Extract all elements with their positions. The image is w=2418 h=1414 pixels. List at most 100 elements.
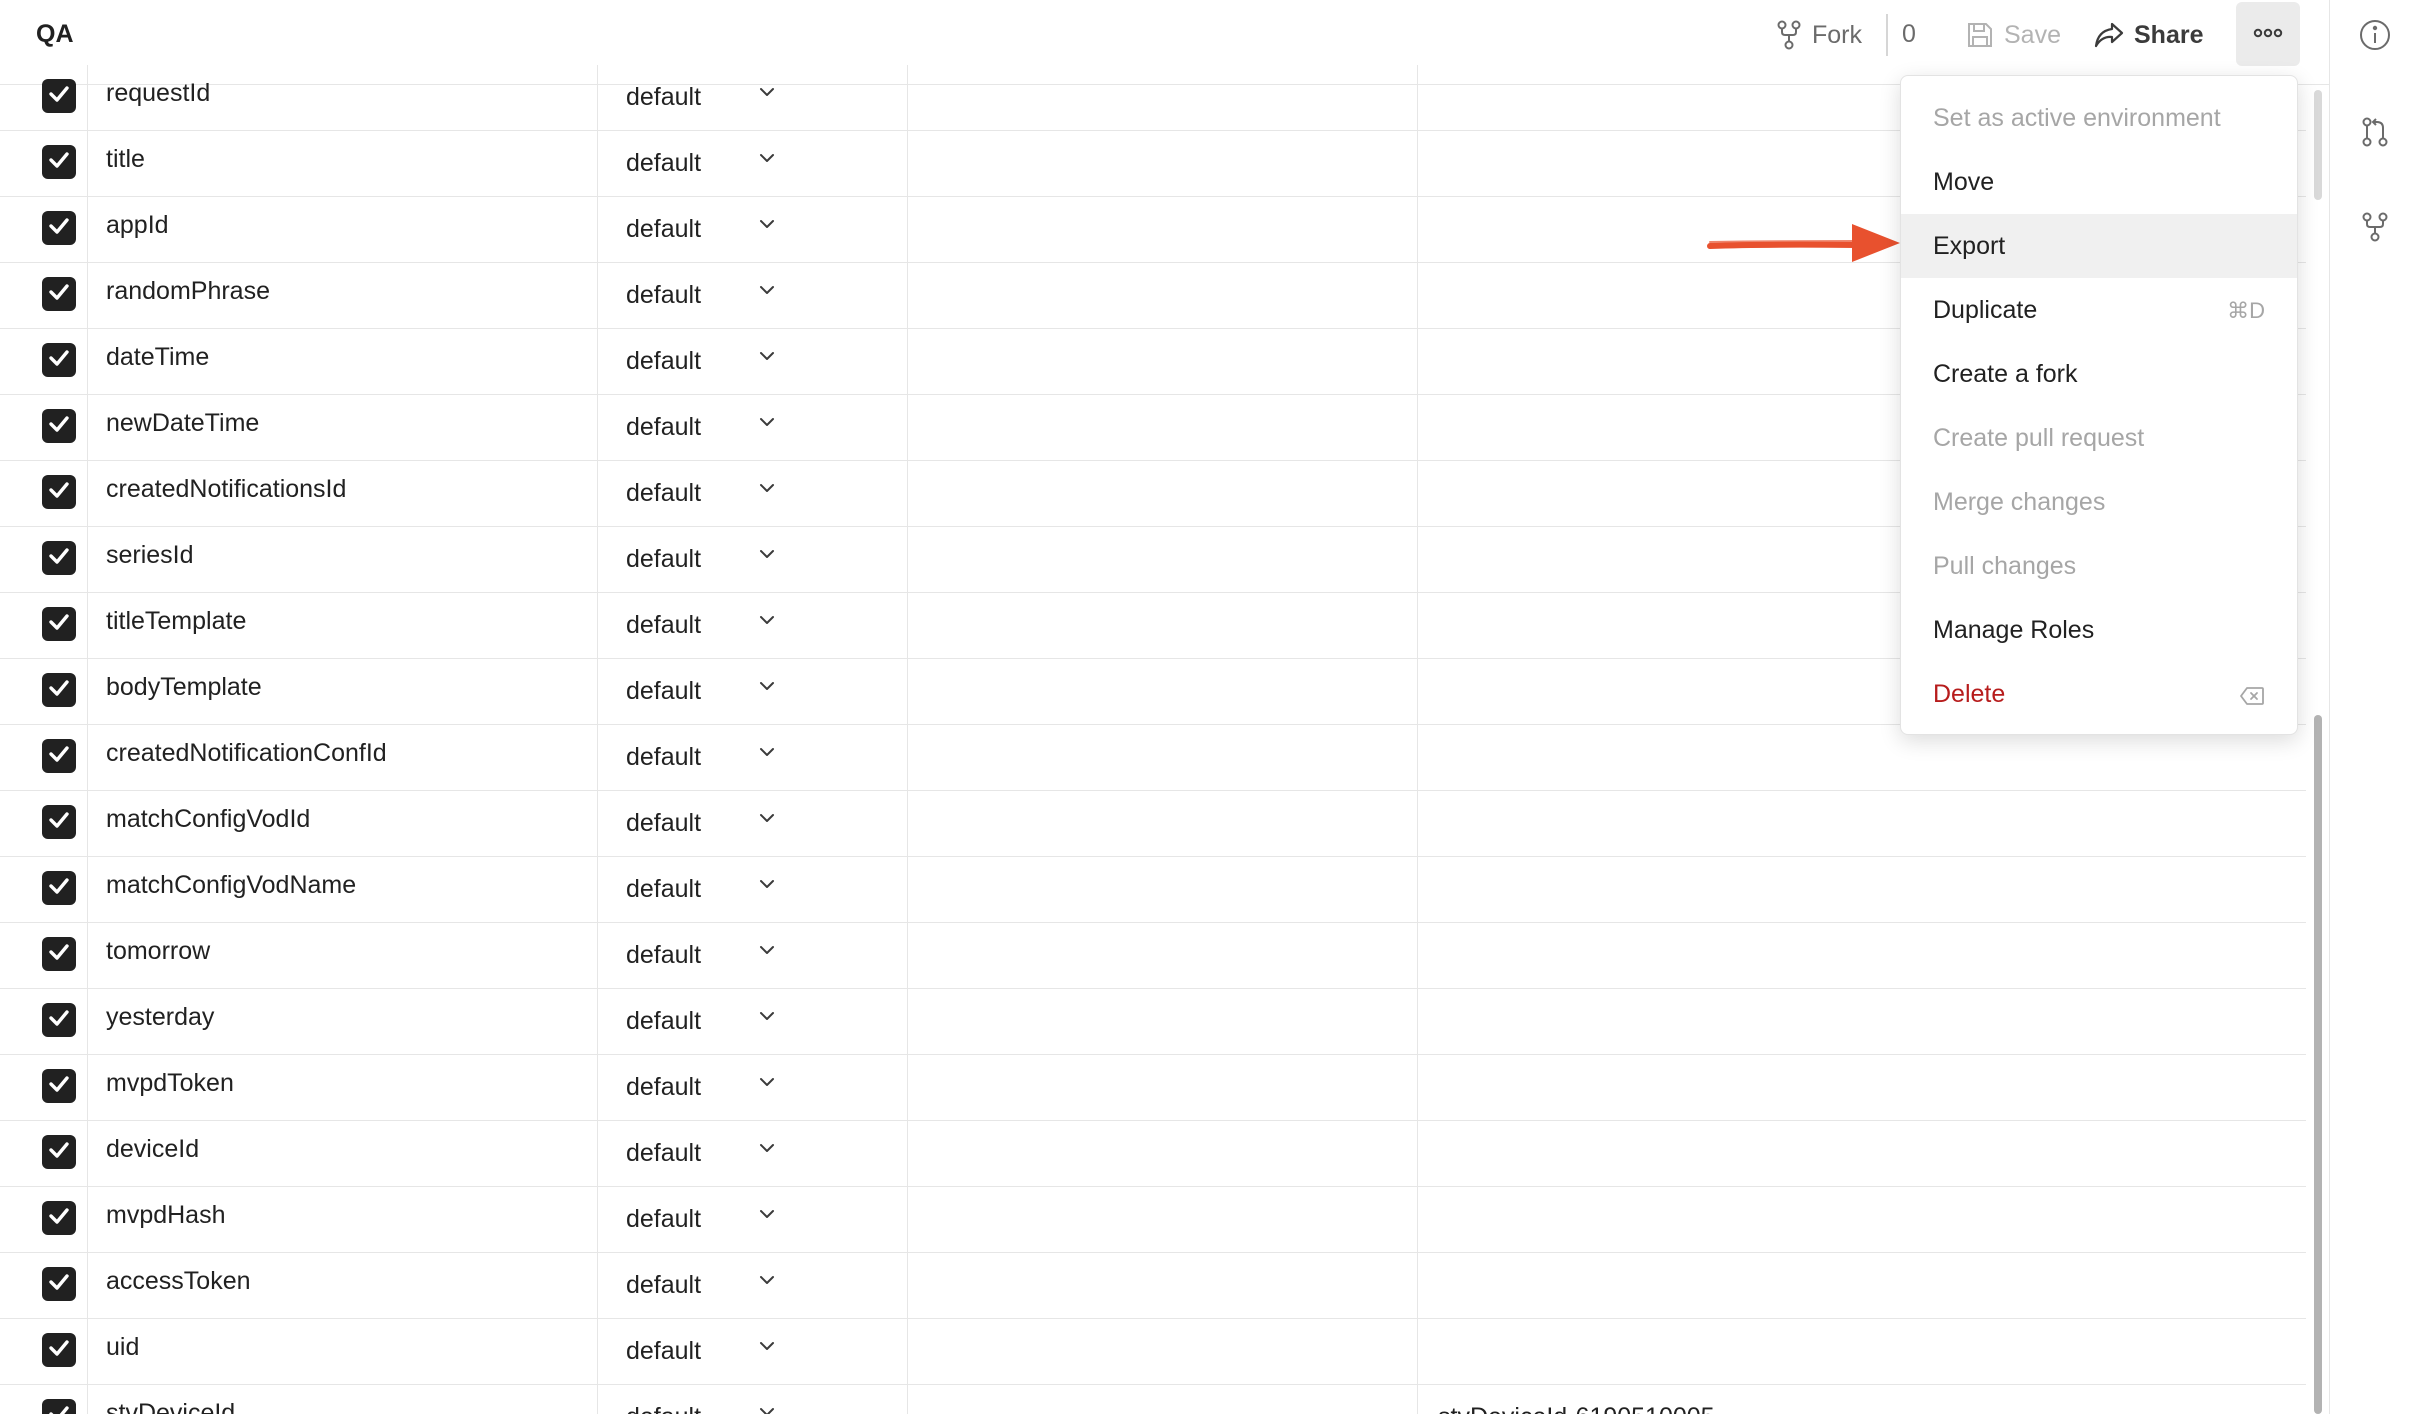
save-button[interactable]: Save <box>1966 17 2061 53</box>
current-value-cell[interactable] <box>1418 857 2306 923</box>
key-cell[interactable]: randomPhrase <box>88 263 598 329</box>
chevron-down-icon[interactable] <box>758 1273 776 1291</box>
row-checkbox[interactable] <box>42 145 76 179</box>
row-checkbox[interactable] <box>42 673 76 707</box>
row-checkbox[interactable] <box>42 1399 76 1414</box>
type-cell[interactable]: default <box>598 1121 908 1187</box>
key-cell[interactable]: mvpdToken <box>88 1055 598 1121</box>
key-cell[interactable]: deviceId <box>88 1121 598 1187</box>
pull-request-icon[interactable] <box>2358 115 2392 149</box>
row-checkbox[interactable] <box>42 871 76 905</box>
fork-button[interactable]: Fork <box>1776 17 1862 53</box>
current-value-cell[interactable] <box>1418 1187 2306 1253</box>
current-value-cell[interactable] <box>1418 1319 2306 1385</box>
type-cell[interactable]: default <box>598 1319 908 1385</box>
key-cell[interactable]: newDateTime <box>88 395 598 461</box>
chevron-down-icon[interactable] <box>758 283 776 301</box>
initial-value-cell[interactable] <box>908 1121 1418 1187</box>
chevron-down-icon[interactable] <box>758 1141 776 1159</box>
menu-item-move[interactable]: Move <box>1901 150 2297 214</box>
initial-value-cell[interactable] <box>908 725 1418 791</box>
type-cell[interactable]: default <box>598 791 908 857</box>
row-checkbox[interactable] <box>42 1201 76 1235</box>
chevron-down-icon[interactable] <box>758 943 776 961</box>
chevron-down-icon[interactable] <box>758 811 776 829</box>
initial-value-cell[interactable] <box>908 857 1418 923</box>
key-cell[interactable]: createdNotificationsId <box>88 461 598 527</box>
current-value-cell[interactable] <box>1418 791 2306 857</box>
key-cell[interactable]: uid <box>88 1319 598 1385</box>
row-checkbox[interactable] <box>42 1333 76 1367</box>
initial-value-cell[interactable] <box>908 527 1418 593</box>
key-cell[interactable]: titleTemplate <box>88 593 598 659</box>
initial-value-cell[interactable] <box>908 1187 1418 1253</box>
row-checkbox[interactable] <box>42 541 76 575</box>
initial-value-cell[interactable] <box>908 923 1418 989</box>
initial-value-cell[interactable] <box>908 1319 1418 1385</box>
row-checkbox[interactable] <box>42 343 76 377</box>
type-cell[interactable]: default <box>598 329 908 395</box>
key-cell[interactable]: accessToken <box>88 1253 598 1319</box>
type-cell[interactable]: default <box>598 65 908 131</box>
initial-value-cell[interactable] <box>908 1055 1418 1121</box>
type-cell[interactable]: default <box>598 1385 908 1414</box>
row-checkbox[interactable] <box>42 1267 76 1301</box>
chevron-down-icon[interactable] <box>758 1075 776 1093</box>
initial-value-cell[interactable] <box>908 263 1418 329</box>
initial-value-cell[interactable] <box>908 791 1418 857</box>
menu-item-export[interactable]: Export <box>1901 214 2297 278</box>
chevron-down-icon[interactable] <box>758 1339 776 1357</box>
row-checkbox[interactable] <box>42 805 76 839</box>
current-value-cell[interactable] <box>1418 1253 2306 1319</box>
row-checkbox[interactable] <box>42 277 76 311</box>
scrollbar-thumb[interactable] <box>2314 715 2322 1414</box>
type-cell[interactable]: default <box>598 527 908 593</box>
type-cell[interactable]: default <box>598 857 908 923</box>
type-cell[interactable]: default <box>598 1055 908 1121</box>
chevron-down-icon[interactable] <box>758 217 776 235</box>
chevron-down-icon[interactable] <box>758 613 776 631</box>
row-checkbox[interactable] <box>42 211 76 245</box>
current-value-cell[interactable] <box>1418 989 2306 1055</box>
initial-value-cell[interactable] <box>908 65 1418 131</box>
initial-value-cell[interactable] <box>908 131 1418 197</box>
key-cell[interactable]: seriesId <box>88 527 598 593</box>
initial-value-cell[interactable] <box>908 1385 1418 1414</box>
current-value-cell[interactable] <box>1418 923 2306 989</box>
type-cell[interactable]: default <box>598 593 908 659</box>
key-cell[interactable]: stvDeviceId <box>88 1385 598 1414</box>
row-checkbox[interactable] <box>42 607 76 641</box>
initial-value-cell[interactable] <box>908 395 1418 461</box>
type-cell[interactable]: default <box>598 659 908 725</box>
key-cell[interactable]: dateTime <box>88 329 598 395</box>
chevron-down-icon[interactable] <box>758 151 776 169</box>
chevron-down-icon[interactable] <box>758 415 776 433</box>
row-checkbox[interactable] <box>42 475 76 509</box>
type-cell[interactable]: default <box>598 989 908 1055</box>
current-value-cell[interactable] <box>1418 1121 2306 1187</box>
chevron-down-icon[interactable] <box>758 481 776 499</box>
key-cell[interactable]: appId <box>88 197 598 263</box>
current-value-cell[interactable]: stvDeviceId-6190510005 <box>1418 1385 2306 1414</box>
key-cell[interactable]: matchConfigVodId <box>88 791 598 857</box>
key-cell[interactable]: createdNotificationConfId <box>88 725 598 791</box>
menu-item-create-a-fork[interactable]: Create a fork <box>1901 342 2297 406</box>
menu-item-delete[interactable]: Delete <box>1901 662 2297 726</box>
row-checkbox[interactable] <box>42 1069 76 1103</box>
initial-value-cell[interactable] <box>908 989 1418 1055</box>
chevron-down-icon[interactable] <box>758 1207 776 1225</box>
type-cell[interactable]: default <box>598 1187 908 1253</box>
type-cell[interactable]: default <box>598 1253 908 1319</box>
menu-item-manage-roles[interactable]: Manage Roles <box>1901 598 2297 662</box>
row-checkbox[interactable] <box>42 1135 76 1169</box>
initial-value-cell[interactable] <box>908 1253 1418 1319</box>
key-cell[interactable]: title <box>88 131 598 197</box>
menu-item-duplicate[interactable]: Duplicate ⌘D <box>1901 278 2297 342</box>
row-checkbox[interactable] <box>42 79 76 113</box>
type-cell[interactable]: default <box>598 263 908 329</box>
row-checkbox[interactable] <box>42 937 76 971</box>
type-cell[interactable]: default <box>598 395 908 461</box>
type-cell[interactable]: default <box>598 131 908 197</box>
share-button[interactable]: Share <box>2094 17 2203 53</box>
key-cell[interactable]: tomorrow <box>88 923 598 989</box>
